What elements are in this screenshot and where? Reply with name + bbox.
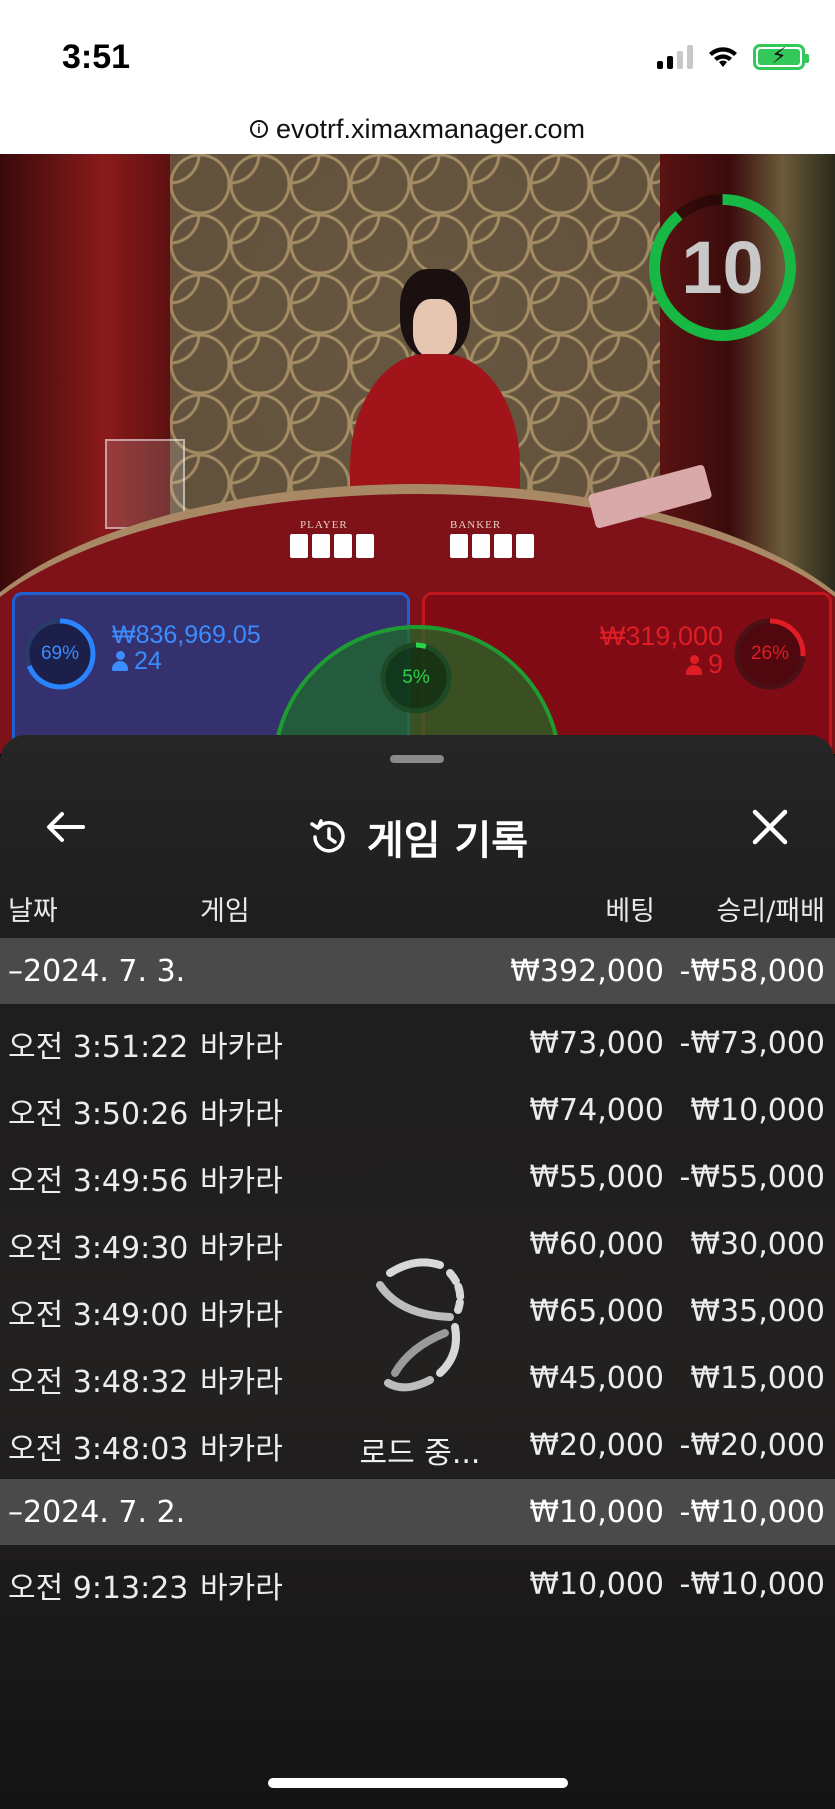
sheet-title: 게임 기록: [0, 808, 835, 866]
group-total-bet: ₩10,000: [529, 1494, 664, 1530]
close-icon: [752, 809, 788, 845]
row-game: 바카라: [200, 1297, 283, 1333]
url-bar[interactable]: i evotrf.ximaxmanager.com: [0, 104, 835, 154]
row-game: 바카라: [200, 1096, 283, 1132]
history-row[interactable]: 오전 3:49:56 바카라 ₩55,000 -₩55,000: [0, 1144, 835, 1211]
date-group-header[interactable]: –2024. 7. 2. ₩10,000 -₩10,000: [0, 1479, 835, 1545]
history-row[interactable]: 오전 3:50:26 바카라 ₩74,000 ₩10,000: [0, 1077, 835, 1144]
info-icon[interactable]: i: [249, 120, 268, 138]
column-date: 날짜: [8, 896, 58, 927]
close-button[interactable]: [745, 802, 795, 852]
row-game: 바카라: [200, 1230, 283, 1266]
sheet-header: 게임 기록: [0, 780, 835, 880]
row-game: 바카라: [200, 1364, 283, 1400]
url-text: evotrf.ximaxmanager.com: [275, 113, 586, 144]
tie-percent: 5%: [402, 667, 430, 688]
battery-charging-icon: ⚡: [753, 44, 809, 70]
row-time: 오전 3:49:00: [8, 1297, 189, 1333]
player-percent-ring: 69%: [22, 616, 98, 692]
row-win-loss: -₩55,000: [679, 1160, 825, 1195]
row-win-loss: ₩15,000: [690, 1361, 825, 1396]
row-time: 오전 3:49:56: [8, 1163, 189, 1199]
column-win-loss: 승리/패배: [716, 896, 825, 927]
row-time: 오전 9:13:23: [8, 1570, 189, 1606]
status-icons: ⚡: [657, 44, 809, 70]
banker-bet-amount: ₩319,000: [599, 621, 723, 651]
row-bet: ₩45,000: [529, 1361, 664, 1396]
row-bet: ₩73,000: [529, 1026, 664, 1061]
banker-bettor-count: 9: [707, 649, 723, 679]
group-total-win-loss: -₩58,000: [679, 953, 825, 989]
wifi-icon: [709, 47, 737, 67]
row-win-loss: -₩10,000: [679, 1567, 825, 1602]
loading-indicator: 로드 중...: [340, 1255, 500, 1471]
history-row[interactable]: 오전 9:13:23 바카라 ₩10,000 -₩10,000: [0, 1551, 835, 1618]
row-bet: ₩60,000: [529, 1227, 664, 1262]
row-win-loss: ₩35,000: [690, 1294, 825, 1329]
loading-spinner-icon: [376, 1258, 465, 1392]
player-cards: [290, 534, 374, 558]
row-game: 바카라: [200, 1431, 283, 1467]
player-percent: 69%: [40, 643, 80, 664]
sheet-title-text: 게임 기록: [366, 818, 529, 864]
row-bet: ₩10,000: [529, 1567, 664, 1602]
date-group-header[interactable]: –2024. 7. 3. ₩392,000 -₩58,000: [0, 938, 835, 1004]
row-win-loss: -₩20,000: [679, 1428, 825, 1463]
row-bet: ₩20,000: [529, 1428, 664, 1463]
row-bet: ₩74,000: [529, 1093, 664, 1128]
history-row[interactable]: 오전 3:51:22 바카라 ₩73,000 -₩73,000: [0, 1010, 835, 1077]
player-area-label: PLAYER: [300, 519, 348, 531]
sheet-grabber[interactable]: [390, 755, 444, 763]
row-win-loss: ₩10,000: [690, 1093, 825, 1128]
row-time: 오전 3:48:32: [8, 1364, 189, 1400]
loading-label: 로드 중...: [359, 1436, 481, 1471]
group-total-bet: ₩392,000: [510, 953, 664, 989]
banker-area-label: BANKER: [450, 519, 502, 531]
history-column-headers: 날짜 게임 베팅 승리/패배: [0, 875, 835, 935]
row-game: 바카라: [200, 1163, 283, 1199]
column-game: 게임: [200, 896, 250, 927]
row-win-loss: ₩30,000: [690, 1227, 825, 1262]
timer-value: 10: [681, 226, 764, 309]
person-icon: [112, 651, 128, 671]
banker-percent-ring: 26%: [732, 616, 808, 692]
cellular-signal-icon: [657, 45, 693, 69]
tie-percent-ring: 5%: [378, 640, 454, 716]
status-bar: 3:51 ⚡: [0, 0, 835, 110]
home-indicator[interactable]: [268, 1778, 568, 1788]
group-date: –2024. 7. 3.: [8, 953, 186, 989]
row-bet: ₩55,000: [529, 1160, 664, 1195]
banker-bet-summary: ₩319,000 9: [600, 622, 723, 678]
row-game: 바카라: [200, 1570, 283, 1606]
history-icon: [310, 819, 345, 853]
row-game: 바카라: [200, 1029, 283, 1065]
player-bet-amount: ₩836,969.05: [112, 621, 261, 649]
player-bet-summary: ₩836,969.05 24: [112, 622, 261, 674]
group-total-win-loss: -₩10,000: [679, 1494, 825, 1530]
row-bet: ₩65,000: [529, 1294, 664, 1329]
countdown-timer: 10: [645, 190, 800, 345]
row-time: 오전 3:50:26: [8, 1096, 189, 1132]
row-time: 오전 3:49:30: [8, 1230, 189, 1266]
status-time: 3:51: [62, 38, 131, 76]
row-win-loss: -₩73,000: [679, 1026, 825, 1061]
row-time: 오전 3:48:03: [8, 1431, 189, 1467]
column-bet: 베팅: [605, 896, 655, 927]
group-date: –2024. 7. 2.: [8, 1494, 186, 1530]
banker-cards: [450, 534, 534, 558]
player-bettor-count: 24: [134, 647, 162, 675]
banker-percent: 26%: [750, 643, 790, 664]
person-icon: [685, 655, 702, 675]
row-time: 오전 3:51:22: [8, 1029, 189, 1065]
